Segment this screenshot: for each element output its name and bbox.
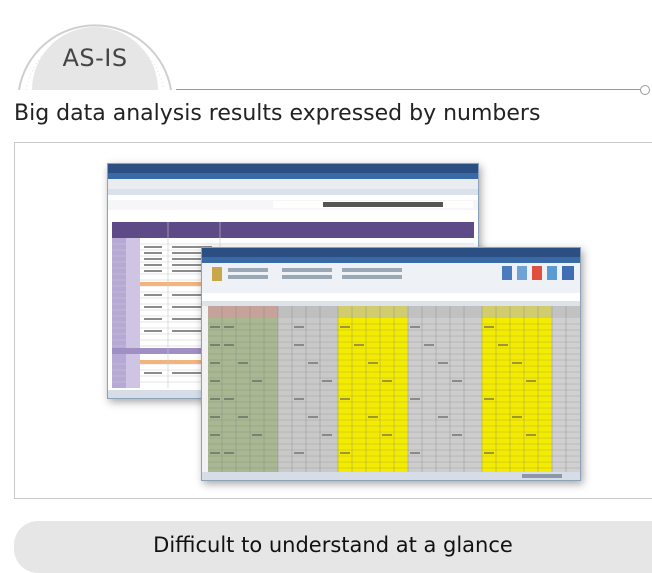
divider-line: [176, 89, 640, 90]
badge-label: AS-IS: [62, 44, 128, 72]
conclusion-label: Difficult to understand at a glance: [153, 533, 513, 557]
spreadsheet-window-front: [201, 247, 581, 481]
section-subtitle: Big data analysis results expressed by n…: [14, 101, 541, 126]
spreadsheet-window-icon: [202, 248, 580, 480]
as-is-badge: AS-IS: [14, 0, 176, 91]
screenshot-frame: [14, 142, 652, 499]
divider-endcap: [640, 85, 650, 95]
